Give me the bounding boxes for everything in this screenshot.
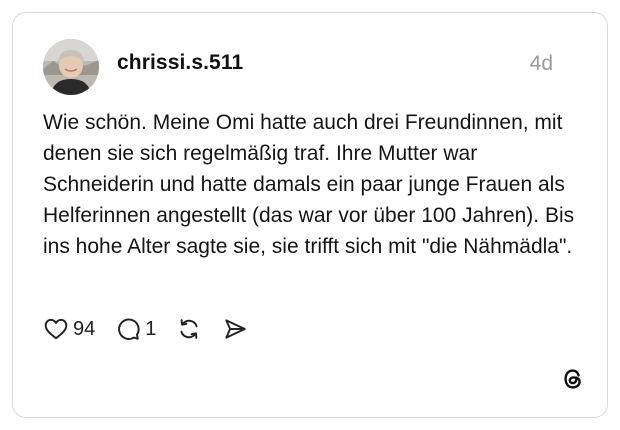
reply-count: 1 [145, 317, 157, 340]
avatar[interactable] [43, 39, 99, 95]
post-timestamp: 4d [529, 52, 553, 75]
reply-button[interactable]: 1 [115, 316, 156, 342]
like-button[interactable]: 94 [43, 316, 95, 342]
post-card: chrissi.s.511 4d Wie schön. Meine Omi ha… [12, 12, 608, 418]
avatar-photo [43, 39, 99, 95]
comment-icon [118, 318, 140, 340]
repost-icon [180, 319, 198, 339]
post-text: Wie schön. Meine Omi hatte auch drei Fre… [43, 111, 575, 258]
heart-icon [44, 318, 68, 340]
action-bar: 94 1 [43, 314, 268, 344]
threads-logo-icon [564, 369, 581, 389]
repost-button[interactable] [176, 316, 202, 342]
like-count: 94 [73, 317, 96, 340]
share-button[interactable] [222, 316, 248, 342]
username[interactable]: chrissi.s.511 [117, 51, 243, 75]
send-icon [225, 319, 247, 339]
